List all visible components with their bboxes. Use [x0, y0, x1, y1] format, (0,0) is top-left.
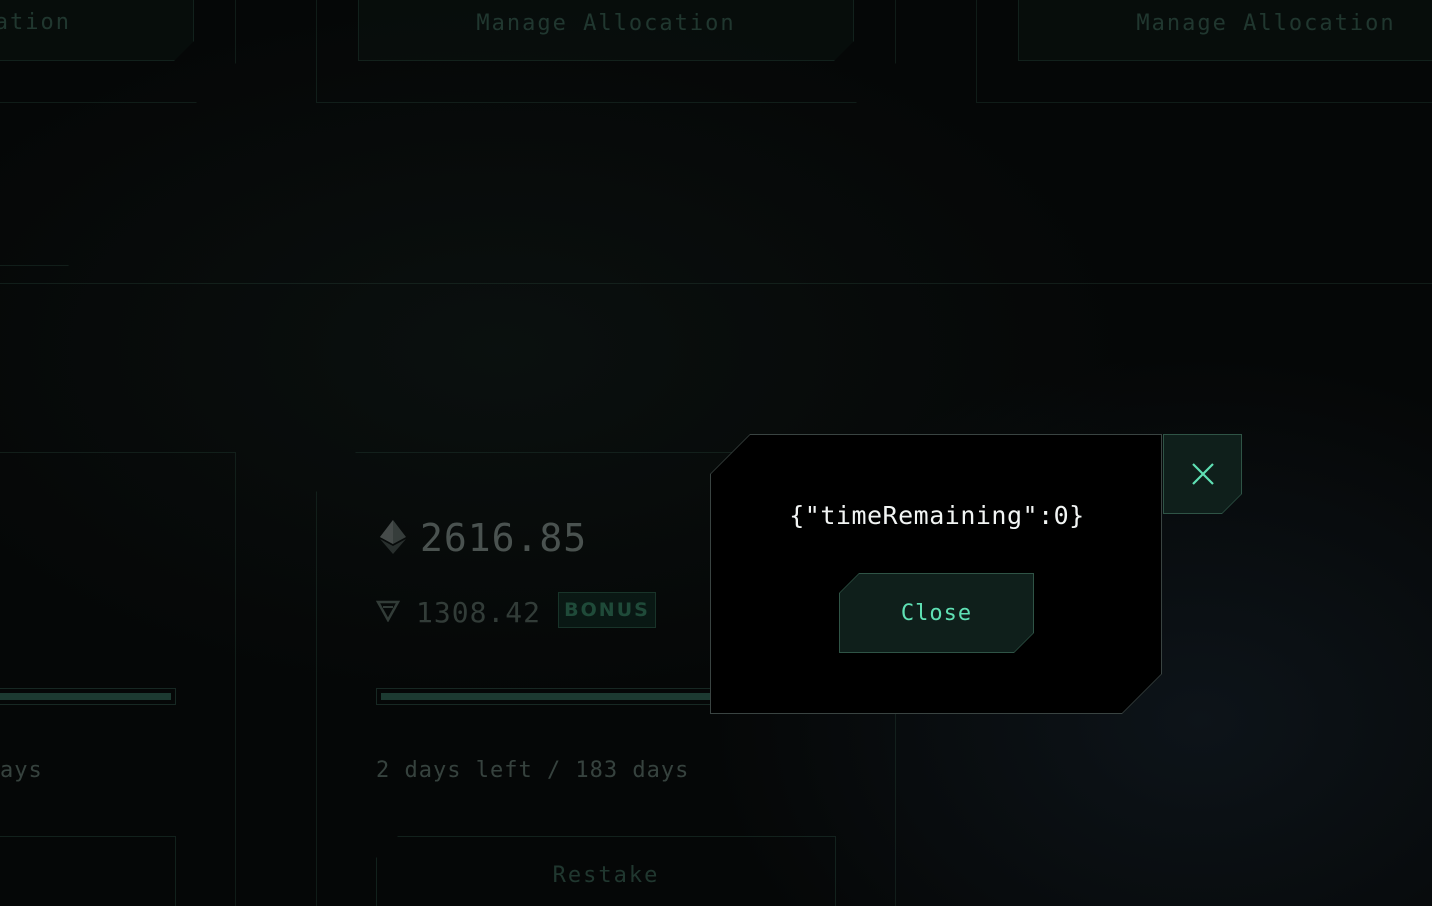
bonus-badge: BONUS — [558, 592, 656, 628]
eth-amount: 2616.85 — [420, 516, 588, 560]
manage-allocation-button-middle[interactable]: Manage Allocation — [358, 0, 854, 61]
ethereum-icon — [380, 520, 406, 554]
manage-allocation-button-left[interactable]: ation — [0, 0, 194, 61]
alert-dialog-body: {"timeRemaining":0} Close — [711, 435, 1161, 713]
stake-progress-fill-left — [0, 693, 171, 700]
days-remaining-text-left: ays — [0, 758, 43, 783]
close-button[interactable]: Close — [839, 573, 1034, 653]
stake-progress-left — [0, 688, 176, 705]
section-divider — [0, 283, 1432, 284]
dismiss-x-button[interactable] — [1163, 434, 1242, 514]
close-icon — [1191, 462, 1215, 486]
close-button-face: Close — [840, 574, 1033, 652]
manage-allocation-label: Manage Allocation — [1136, 11, 1396, 36]
triangle-token-icon — [376, 600, 400, 622]
restake-button-left[interactable] — [0, 836, 176, 906]
section-divider-tab — [0, 265, 92, 284]
alert-dialog: {"timeRemaining":0} Close — [710, 434, 1162, 714]
manage-allocation-button-right[interactable]: Manage Allocation — [1018, 0, 1432, 61]
close-button-label: Close — [900, 600, 973, 626]
dismiss-x-button-face — [1164, 435, 1241, 513]
bonus-amount: 1308.42 — [416, 596, 542, 629]
restake-button[interactable]: Restake — [376, 836, 836, 906]
alert-message: {"timeRemaining":0} — [789, 501, 1085, 530]
days-remaining-text: 2 days left / 183 days — [376, 758, 690, 783]
restake-label: Restake — [552, 863, 660, 888]
manage-allocation-label: Manage Allocation — [476, 11, 736, 36]
manage-allocation-label: ation — [0, 10, 71, 35]
